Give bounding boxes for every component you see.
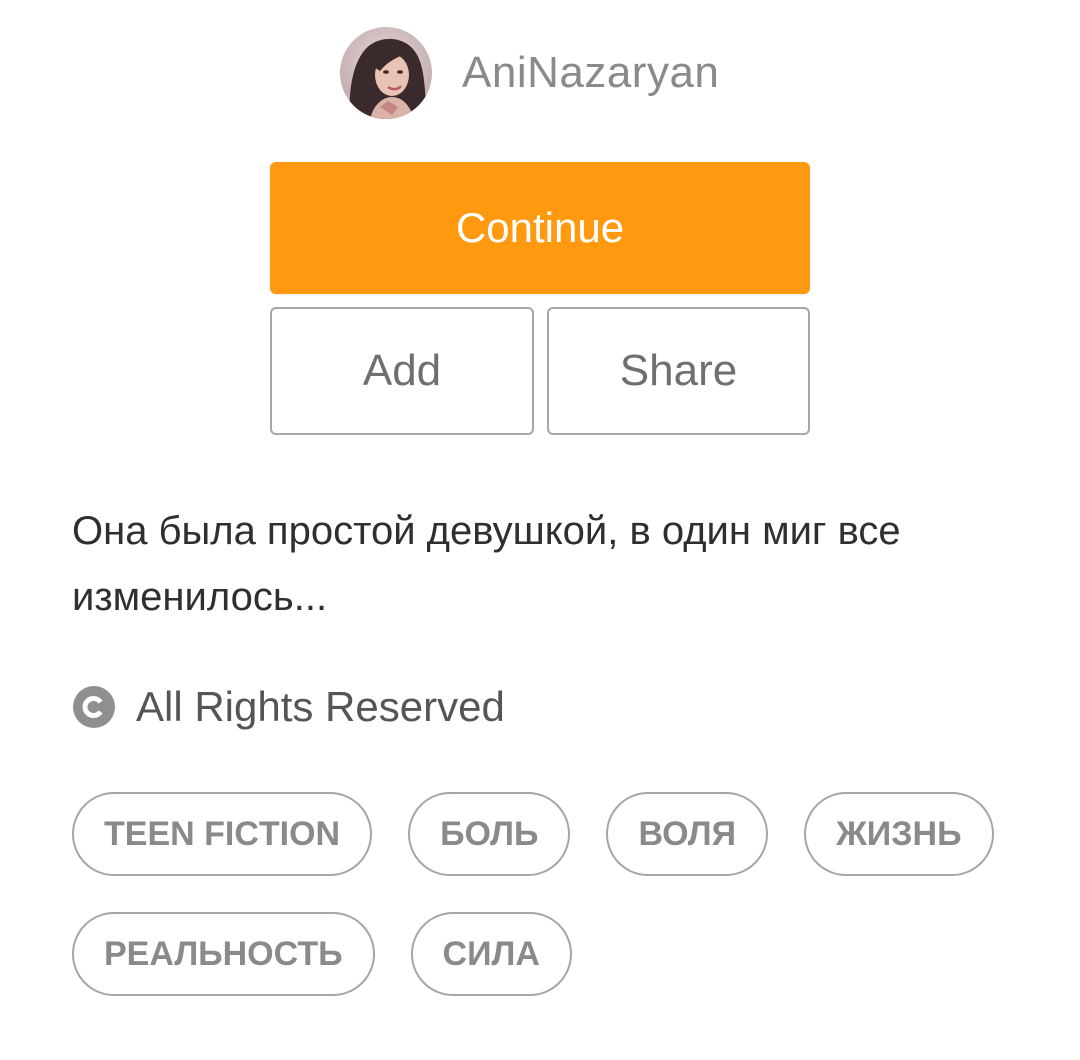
license-text: All Rights Reserved xyxy=(136,683,505,730)
tag-row: TEEN FICTION БОЛЬ ВОЛЯ ЖИЗНЬ xyxy=(72,792,1032,876)
continue-button[interactable]: Continue xyxy=(270,162,810,294)
tag-row: РЕАЛЬНОСТЬ СИЛА xyxy=(72,912,1032,996)
tag-volya[interactable]: ВОЛЯ xyxy=(606,792,769,876)
tag-sila[interactable]: СИЛА xyxy=(410,912,572,996)
tag-zhizn[interactable]: ЖИЗНЬ xyxy=(804,792,994,876)
copyright-icon xyxy=(73,686,115,728)
author-avatar[interactable] xyxy=(340,27,432,119)
story-description: Она была простой девушкой, в один миг вс… xyxy=(72,509,901,619)
license-row: All Rights Reserved xyxy=(72,682,505,732)
tag-teen-fiction[interactable]: TEEN FICTION xyxy=(72,792,373,876)
tag-bol[interactable]: БОЛЬ xyxy=(408,792,571,876)
tag-realnost[interactable]: РЕАЛЬНОСТЬ xyxy=(72,912,375,996)
author-row[interactable]: AniNazaryan xyxy=(340,26,719,120)
tag-list: TEEN FICTION БОЛЬ ВОЛЯ ЖИЗНЬ РЕАЛЬНОСТЬ … xyxy=(72,792,1032,1032)
add-button[interactable]: Add xyxy=(270,307,534,435)
author-name[interactable]: AniNazaryan xyxy=(462,48,719,98)
share-button[interactable]: Share xyxy=(547,307,810,435)
